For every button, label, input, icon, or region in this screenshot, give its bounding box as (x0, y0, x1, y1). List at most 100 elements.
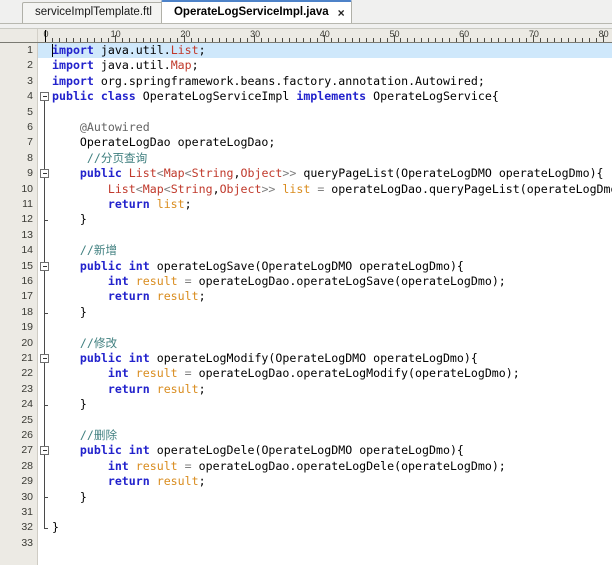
code-line[interactable]: public int operateLogModify(OperateLogDM… (52, 351, 478, 366)
ruler-tick (470, 38, 472, 42)
code-line[interactable]: import java.util.Map; (52, 58, 199, 73)
code-line[interactable]: import org.springframework.beans.factory… (52, 74, 485, 89)
ruler-tick (191, 38, 193, 42)
code-line[interactable]: return result; (52, 474, 206, 489)
code-line[interactable]: List<Map<String,Object>> list = operateL… (52, 182, 612, 197)
code-text-area[interactable]: import java.util.List; import java.util.M… (38, 43, 612, 565)
ruler-tick (261, 38, 263, 42)
code-line[interactable]: public List<Map<String,Object>> queryPag… (52, 166, 604, 181)
ruler-tick (128, 38, 130, 42)
code-line[interactable]: } (52, 305, 87, 320)
line-number: 3 (27, 74, 33, 87)
ruler-tick (456, 38, 458, 42)
ruler-tick (546, 38, 548, 42)
ruler-label: 70 (528, 29, 539, 39)
ruler-label: 50 (389, 29, 400, 39)
ruler-label: 40 (319, 29, 330, 39)
ruler-tick (163, 38, 165, 42)
line-number: 22 (21, 367, 33, 380)
tab-serviceImplTemplate-ftl[interactable]: serviceImplTemplate.ftl (22, 2, 163, 23)
code-line[interactable]: import java.util.List; (52, 43, 206, 58)
code-line[interactable]: public int operateLogSave(OperateLogDMO … (52, 259, 464, 274)
ruler-tick (219, 38, 221, 42)
tab-label: OperateLogServiceImpl.java (173, 5, 329, 18)
line-number: 14 (21, 244, 33, 257)
ruler-tick (275, 38, 276, 42)
code-line[interactable]: public int operateLogDele(OperateLogDMO … (52, 443, 464, 458)
ruler-tick (442, 38, 444, 42)
ruler-tick (351, 38, 353, 42)
line-number: 17 (21, 290, 33, 303)
ruler-tick (358, 38, 360, 42)
line-number: 9 (27, 167, 33, 180)
line-number: 23 (21, 382, 33, 395)
code-line[interactable]: int result = operateLogDao.operateLogSav… (52, 274, 506, 289)
line-number: 30 (21, 490, 33, 503)
ruler-tick (121, 38, 123, 42)
text-caret (52, 44, 53, 58)
ruler-tick (51, 38, 53, 42)
ruler-tick (372, 38, 374, 42)
ruler-tick (149, 38, 151, 42)
code-line[interactable]: } (52, 490, 87, 505)
line-number: 24 (21, 398, 33, 411)
ruler-tick (491, 38, 493, 42)
ruler-tick (198, 38, 200, 42)
ruler-tick (344, 38, 346, 42)
line-number: 10 (21, 182, 33, 195)
tab-OperateLogServiceImpl-java[interactable]: OperateLogServiceImpl.java × (160, 0, 352, 23)
ruler-tick (212, 38, 214, 42)
ruler-tick (511, 38, 513, 42)
ruler-tick (142, 38, 144, 42)
ruler-tick (288, 38, 290, 42)
ruler-tick (553, 38, 555, 42)
line-number: 5 (27, 105, 33, 118)
ruler-tick (295, 38, 297, 42)
code-line[interactable]: return list; (52, 197, 192, 212)
ruler-tick (386, 38, 388, 42)
code-line[interactable]: } (52, 212, 87, 227)
code-line[interactable]: } (52, 397, 87, 412)
code-line[interactable]: public class OperateLogServiceImpl imple… (52, 89, 499, 104)
ruler-tick (170, 38, 172, 42)
line-number: 4 (27, 90, 33, 103)
code-line[interactable]: //分页查询 (52, 151, 147, 166)
ruler-tick (407, 38, 409, 42)
close-icon[interactable]: × (338, 7, 345, 19)
code-line[interactable]: OperateLogDao operateLogDao; (52, 135, 275, 150)
code-line[interactable]: //删除 (52, 428, 117, 443)
code-line[interactable]: //新增 (52, 243, 117, 258)
code-line[interactable]: //修改 (52, 336, 117, 351)
code-editor-area[interactable]: 1 2 3 4 5 6 7 8 9 10 11 12 13 14 15 16 17 18 19 20 21 22 23 24 2… (0, 43, 612, 565)
ruler-tick (435, 38, 437, 42)
ruler-tick (302, 38, 304, 42)
tab-label: serviceImplTemplate.ftl (35, 6, 152, 19)
ruler-tick (428, 38, 430, 42)
line-number: 27 (21, 444, 33, 457)
code-line[interactable]: return result; (52, 382, 206, 397)
code-line[interactable]: } (52, 520, 59, 535)
ruler-tick (330, 38, 332, 42)
code-line[interactable]: return result; (52, 289, 206, 304)
code-editor-window: serviceImplTemplate.ftl OperateLogServic… (0, 0, 612, 565)
code-line[interactable]: int result = operateLogDao.operateLogMod… (52, 366, 520, 381)
ruler-tick (205, 38, 207, 42)
line-number: 12 (21, 213, 33, 226)
ruler-tick (309, 38, 311, 42)
line-number: 28 (21, 459, 33, 472)
ruler-tick (365, 38, 367, 42)
ruler-tick (58, 38, 60, 42)
code-line[interactable]: int result = operateLogDao.operateLogDel… (52, 459, 506, 474)
ruler-tick (449, 38, 451, 42)
line-number: 8 (27, 151, 33, 164)
ruler-tick (539, 38, 541, 42)
ruler-tick (574, 38, 576, 42)
ruler-label: 60 (459, 29, 470, 39)
ruler-tick (268, 38, 270, 42)
code-line[interactable]: @Autowired (52, 120, 150, 135)
ruler-ticks: 0 10 20 30 40 50 60 70 80 (38, 29, 612, 42)
ruler-tick (233, 38, 235, 42)
ruler-label: 20 (180, 29, 191, 39)
line-number: 29 (21, 475, 33, 488)
ruler-tick (135, 38, 137, 42)
